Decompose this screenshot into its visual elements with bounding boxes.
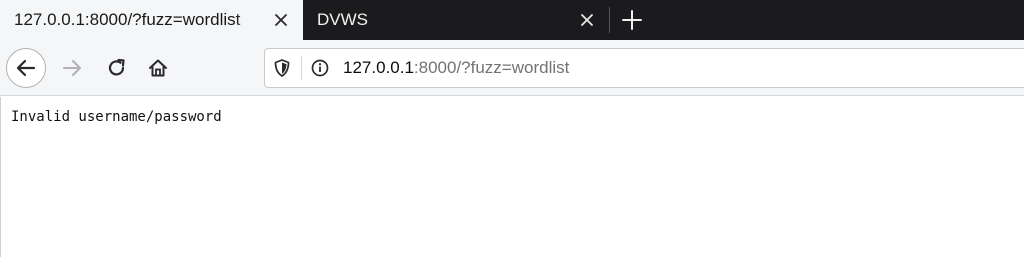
home-button[interactable] <box>142 52 174 84</box>
address-bar-separator <box>301 56 302 80</box>
reload-button[interactable] <box>101 52 133 84</box>
reload-icon <box>106 57 128 79</box>
tab-strip: 127.0.0.1:8000/?fuzz=wordlist DVWS <box>0 0 1024 40</box>
tab-separator <box>609 7 610 33</box>
url-host: 127.0.0.1 <box>343 58 414 77</box>
back-button[interactable] <box>6 48 46 88</box>
tab-dvws[interactable]: DVWS <box>303 0 610 40</box>
tracking-protection-shield-icon[interactable] <box>272 58 292 78</box>
tab-active[interactable]: 127.0.0.1:8000/?fuzz=wordlist <box>0 0 303 40</box>
arrow-right-icon <box>61 57 83 79</box>
address-url[interactable]: 127.0.0.1:8000/?fuzz=wordlist <box>343 57 569 79</box>
url-path: :8000/?fuzz=wordlist <box>413 58 570 77</box>
site-info-icon[interactable] <box>310 58 330 78</box>
content-border <box>0 97 1 257</box>
home-icon <box>147 57 169 79</box>
error-message: Invalid username/password <box>11 109 222 125</box>
close-icon[interactable] <box>578 11 596 29</box>
arrow-left-icon <box>15 57 37 79</box>
forward-button[interactable] <box>56 52 88 84</box>
plus-icon[interactable] <box>620 8 644 32</box>
tab-title: DVWS <box>317 10 368 29</box>
tab-title: 127.0.0.1:8000/?fuzz=wordlist <box>14 10 241 29</box>
close-icon[interactable] <box>272 11 290 29</box>
